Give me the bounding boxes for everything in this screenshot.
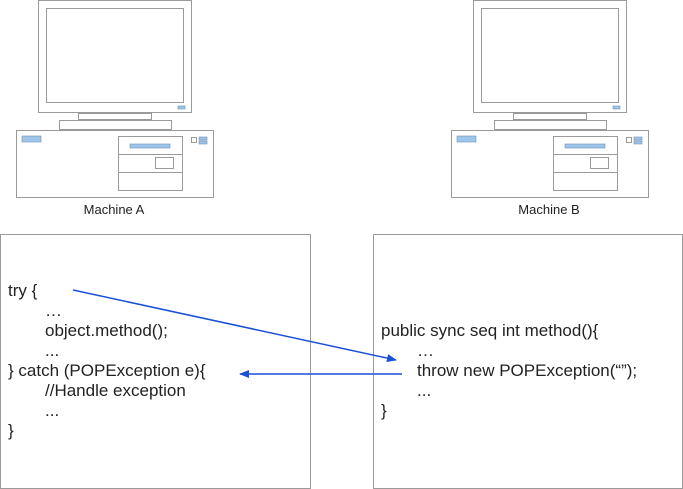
call-arrow <box>72 289 397 363</box>
call-arrows <box>72 289 402 378</box>
